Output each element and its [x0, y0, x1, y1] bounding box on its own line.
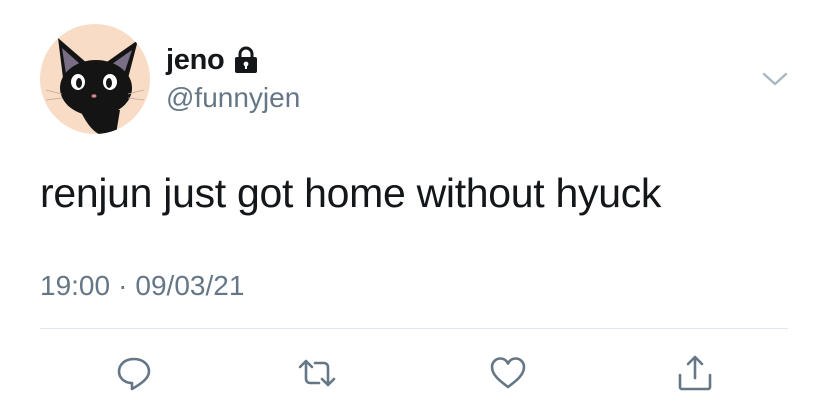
- display-name[interactable]: jeno: [166, 44, 225, 77]
- meta-separator: ·: [118, 270, 128, 301]
- black-cat-avatar-icon: [45, 38, 145, 134]
- chevron-down-icon[interactable]: [760, 64, 790, 94]
- share-button[interactable]: [670, 348, 720, 398]
- tweet-card: jeno @funnyjen renjun just got home with…: [0, 0, 828, 417]
- user-handle[interactable]: @funnyjen: [166, 82, 300, 114]
- avatar[interactable]: [40, 24, 150, 134]
- tweet-time: 19:00: [40, 270, 111, 301]
- reply-button[interactable]: [109, 348, 159, 398]
- divider: [40, 328, 788, 329]
- retweet-icon: [298, 359, 336, 387]
- like-button[interactable]: [483, 348, 533, 398]
- author-name-row: jeno: [166, 40, 259, 80]
- tweet-timestamp[interactable]: 19:00 · 09/03/21: [40, 270, 244, 302]
- reply-icon: [117, 357, 151, 391]
- share-icon: [678, 355, 712, 391]
- lock-icon: [233, 46, 259, 74]
- action-bar: [0, 348, 828, 398]
- retweet-button[interactable]: [292, 348, 342, 398]
- tweet-date: 09/03/21: [135, 270, 245, 301]
- tweet-text: renjun just got home without hyuck: [40, 170, 662, 216]
- heart-icon: [490, 357, 526, 389]
